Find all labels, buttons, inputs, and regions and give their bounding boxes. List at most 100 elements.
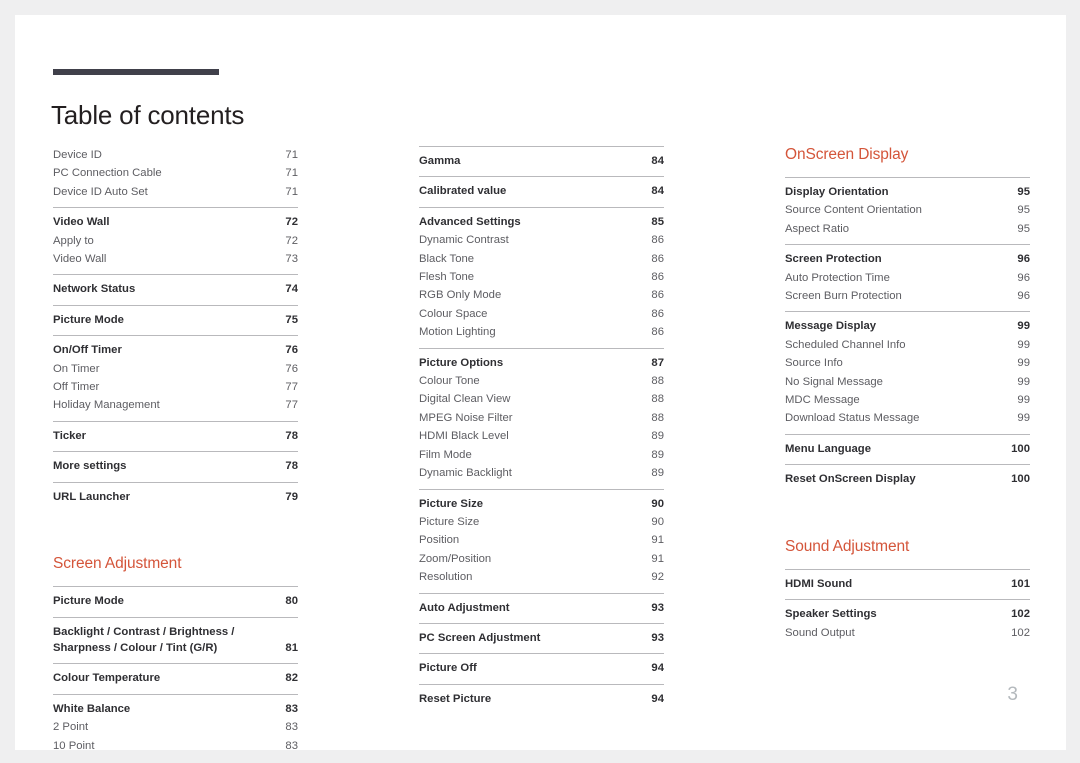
toc-entry-label: Picture Options — [419, 356, 504, 369]
toc-entry[interactable]: No Signal Message 99 — [785, 373, 1030, 391]
toc-entry[interactable]: Flesh Tone 86 — [419, 268, 664, 286]
toc-entry[interactable]: HDMI Sound 101 — [785, 575, 1030, 593]
toc-entry-label: Colour Tone — [419, 375, 480, 388]
toc-entry[interactable]: Device ID Auto Set 71 — [53, 183, 298, 201]
toc-group: Calibrated value 84 — [419, 176, 664, 206]
toc-entry[interactable]: Dynamic Contrast 86 — [419, 231, 664, 249]
toc-entry-label: Speaker Settings — [785, 608, 877, 621]
toc-entry[interactable]: Reset Picture 94 — [419, 690, 664, 708]
toc-entry-page-number: 83 — [285, 721, 298, 734]
toc-entry-page-number: 94 — [651, 692, 664, 705]
toc-entry[interactable]: Colour Temperature 82 — [53, 669, 298, 687]
toc-entry[interactable]: PC Connection Cable 71 — [53, 164, 298, 182]
toc-entry-page-number: 76 — [285, 362, 298, 375]
toc-entry[interactable]: HDMI Black Level 89 — [419, 427, 664, 445]
toc-entry[interactable]: Scheduled Channel Info 99 — [785, 336, 1030, 354]
toc-entry[interactable]: Aspect Ratio 95 — [785, 220, 1030, 238]
toc-entry[interactable]: URL Launcher 79 — [53, 488, 298, 506]
toc-group: Picture Mode 80 — [53, 586, 298, 616]
toc-entry[interactable]: Display Orientation 95 — [785, 183, 1030, 201]
toc-entry[interactable]: Screen Burn Protection 96 — [785, 287, 1030, 305]
toc-entry[interactable]: Calibrated value 84 — [419, 182, 664, 200]
toc-entry[interactable]: Menu Language 100 — [785, 440, 1030, 458]
toc-entry[interactable]: On Timer 76 — [53, 360, 298, 378]
toc-entry-label: Flesh Tone — [419, 271, 475, 284]
toc-entry[interactable]: Black Tone 86 — [419, 250, 664, 268]
toc-entry[interactable]: MPEG Noise Filter 88 — [419, 409, 664, 427]
toc-entry-label: Resolution — [419, 571, 473, 584]
toc-entry[interactable]: Colour Space 86 — [419, 305, 664, 323]
toc-entry[interactable]: Source Content Orientation 95 — [785, 201, 1030, 219]
toc-entry[interactable]: Auto Protection Time 96 — [785, 269, 1030, 287]
toc-group: Advanced Settings 85 Dynamic Contrast 86 Bla… — [419, 206, 664, 348]
toc-entry-page-number: 89 — [651, 448, 664, 461]
toc-entry[interactable]: MDC Message 99 — [785, 391, 1030, 409]
toc-entry-label: Download Status Message — [785, 412, 920, 425]
toc-entry[interactable]: Reset OnScreen Display 100 — [785, 470, 1030, 488]
toc-entry-label: HDMI Sound — [785, 577, 853, 590]
toc-entry[interactable]: Download Status Message 99 — [785, 409, 1030, 427]
toc-entry[interactable]: On/Off Timer 76 — [53, 341, 298, 359]
toc-entry-page-number: 88 — [651, 393, 664, 406]
toc-entry[interactable]: Apply to 72 — [53, 232, 298, 250]
toc-entry[interactable]: Video Wall 72 — [53, 213, 298, 231]
toc-entry[interactable]: Speaker Settings 102 — [785, 605, 1030, 623]
toc-entry[interactable]: RGB Only Mode 86 — [419, 286, 664, 304]
toc-entry[interactable]: Backlight / Contrast / Brightness / Shar… — [53, 623, 298, 658]
toc-entry[interactable]: Motion Lighting 86 — [419, 323, 664, 341]
toc-entry[interactable]: 2 Point 83 — [53, 718, 298, 736]
toc-entry-label: Colour Temperature — [53, 672, 161, 685]
toc-entry-page-number: 102 — [1011, 608, 1030, 621]
toc-entry-page-number: 91 — [651, 534, 664, 547]
toc-entry[interactable]: White Balance 83 — [53, 700, 298, 718]
toc-entry[interactable]: Message Display 99 — [785, 317, 1030, 335]
toc-entry-label: Sound Output — [785, 626, 855, 639]
toc-entry[interactable]: Zoom/Position 91 — [419, 550, 664, 568]
toc-entry[interactable]: Film Mode 89 — [419, 446, 664, 464]
toc-entry-label: Screen Protection — [785, 253, 882, 266]
toc-entry-page-number: 85 — [651, 215, 664, 228]
toc-entry[interactable]: Picture Size 90 — [419, 513, 664, 531]
toc-entry[interactable]: Auto Adjustment 93 — [419, 599, 664, 617]
toc-entry[interactable]: Screen Protection 96 — [785, 250, 1030, 268]
toc-entry[interactable]: Source Info 99 — [785, 354, 1030, 372]
toc-entry[interactable]: Network Status 74 — [53, 280, 298, 298]
toc-entry[interactable]: Advanced Settings 85 — [419, 213, 664, 231]
toc-group: White Balance 83 2 Point 83 10 Point 83 — [53, 693, 298, 761]
toc-entry[interactable]: PC Screen Adjustment 93 — [419, 629, 664, 647]
toc-entry-page-number: 88 — [651, 411, 664, 424]
toc-entry-label: Calibrated value — [419, 185, 507, 198]
toc-entry[interactable]: Picture Size 90 — [419, 495, 664, 513]
toc-entry[interactable]: Holiday Management 77 — [53, 396, 298, 414]
toc-entry[interactable]: Device ID 71 — [53, 146, 298, 164]
toc-entry-label: Source Info — [785, 357, 843, 370]
toc-entry-page-number: 99 — [1017, 375, 1030, 388]
toc-entry[interactable]: Sound Output 102 — [785, 624, 1030, 642]
toc-entry[interactable]: Position 91 — [419, 531, 664, 549]
toc-entry[interactable]: Colour Tone 88 — [419, 372, 664, 390]
toc-entry-page-number: 86 — [651, 252, 664, 265]
toc-entry[interactable]: Video Wall 73 — [53, 250, 298, 268]
toc-entry[interactable]: Dynamic Backlight 89 — [419, 464, 664, 482]
toc-entry[interactable]: Picture Off 94 — [419, 659, 664, 677]
toc-entry-page-number: 88 — [651, 375, 664, 388]
toc-entry[interactable]: Off Timer 77 — [53, 378, 298, 396]
toc-entry[interactable]: 10 Point 83 — [53, 737, 298, 755]
toc-entry-page-number: 91 — [651, 552, 664, 565]
toc-entry-page-number: 99 — [1017, 357, 1030, 370]
toc-entry[interactable]: Gamma 84 — [419, 152, 664, 170]
toc-entry-label: Auto Protection Time — [785, 271, 890, 284]
toc-entry-page-number: 73 — [285, 253, 298, 266]
toc-entry[interactable]: Ticker 78 — [53, 427, 298, 445]
toc-entry[interactable]: Digital Clean View 88 — [419, 390, 664, 408]
toc-entry-label: Aspect Ratio — [785, 222, 850, 235]
toc-entry-label: HDMI Black Level — [419, 430, 509, 443]
toc-entry-label: RGB Only Mode — [419, 289, 502, 302]
toc-entry-label: Film Mode — [419, 448, 472, 461]
toc-entry[interactable]: Picture Options 87 — [419, 354, 664, 372]
toc-entry[interactable]: Picture Mode 75 — [53, 311, 298, 329]
toc-entry[interactable]: More settings 78 — [53, 457, 298, 475]
toc-entry-page-number: 93 — [651, 601, 664, 614]
toc-entry[interactable]: Picture Mode 80 — [53, 592, 298, 610]
toc-entry[interactable]: Resolution 92 — [419, 568, 664, 586]
